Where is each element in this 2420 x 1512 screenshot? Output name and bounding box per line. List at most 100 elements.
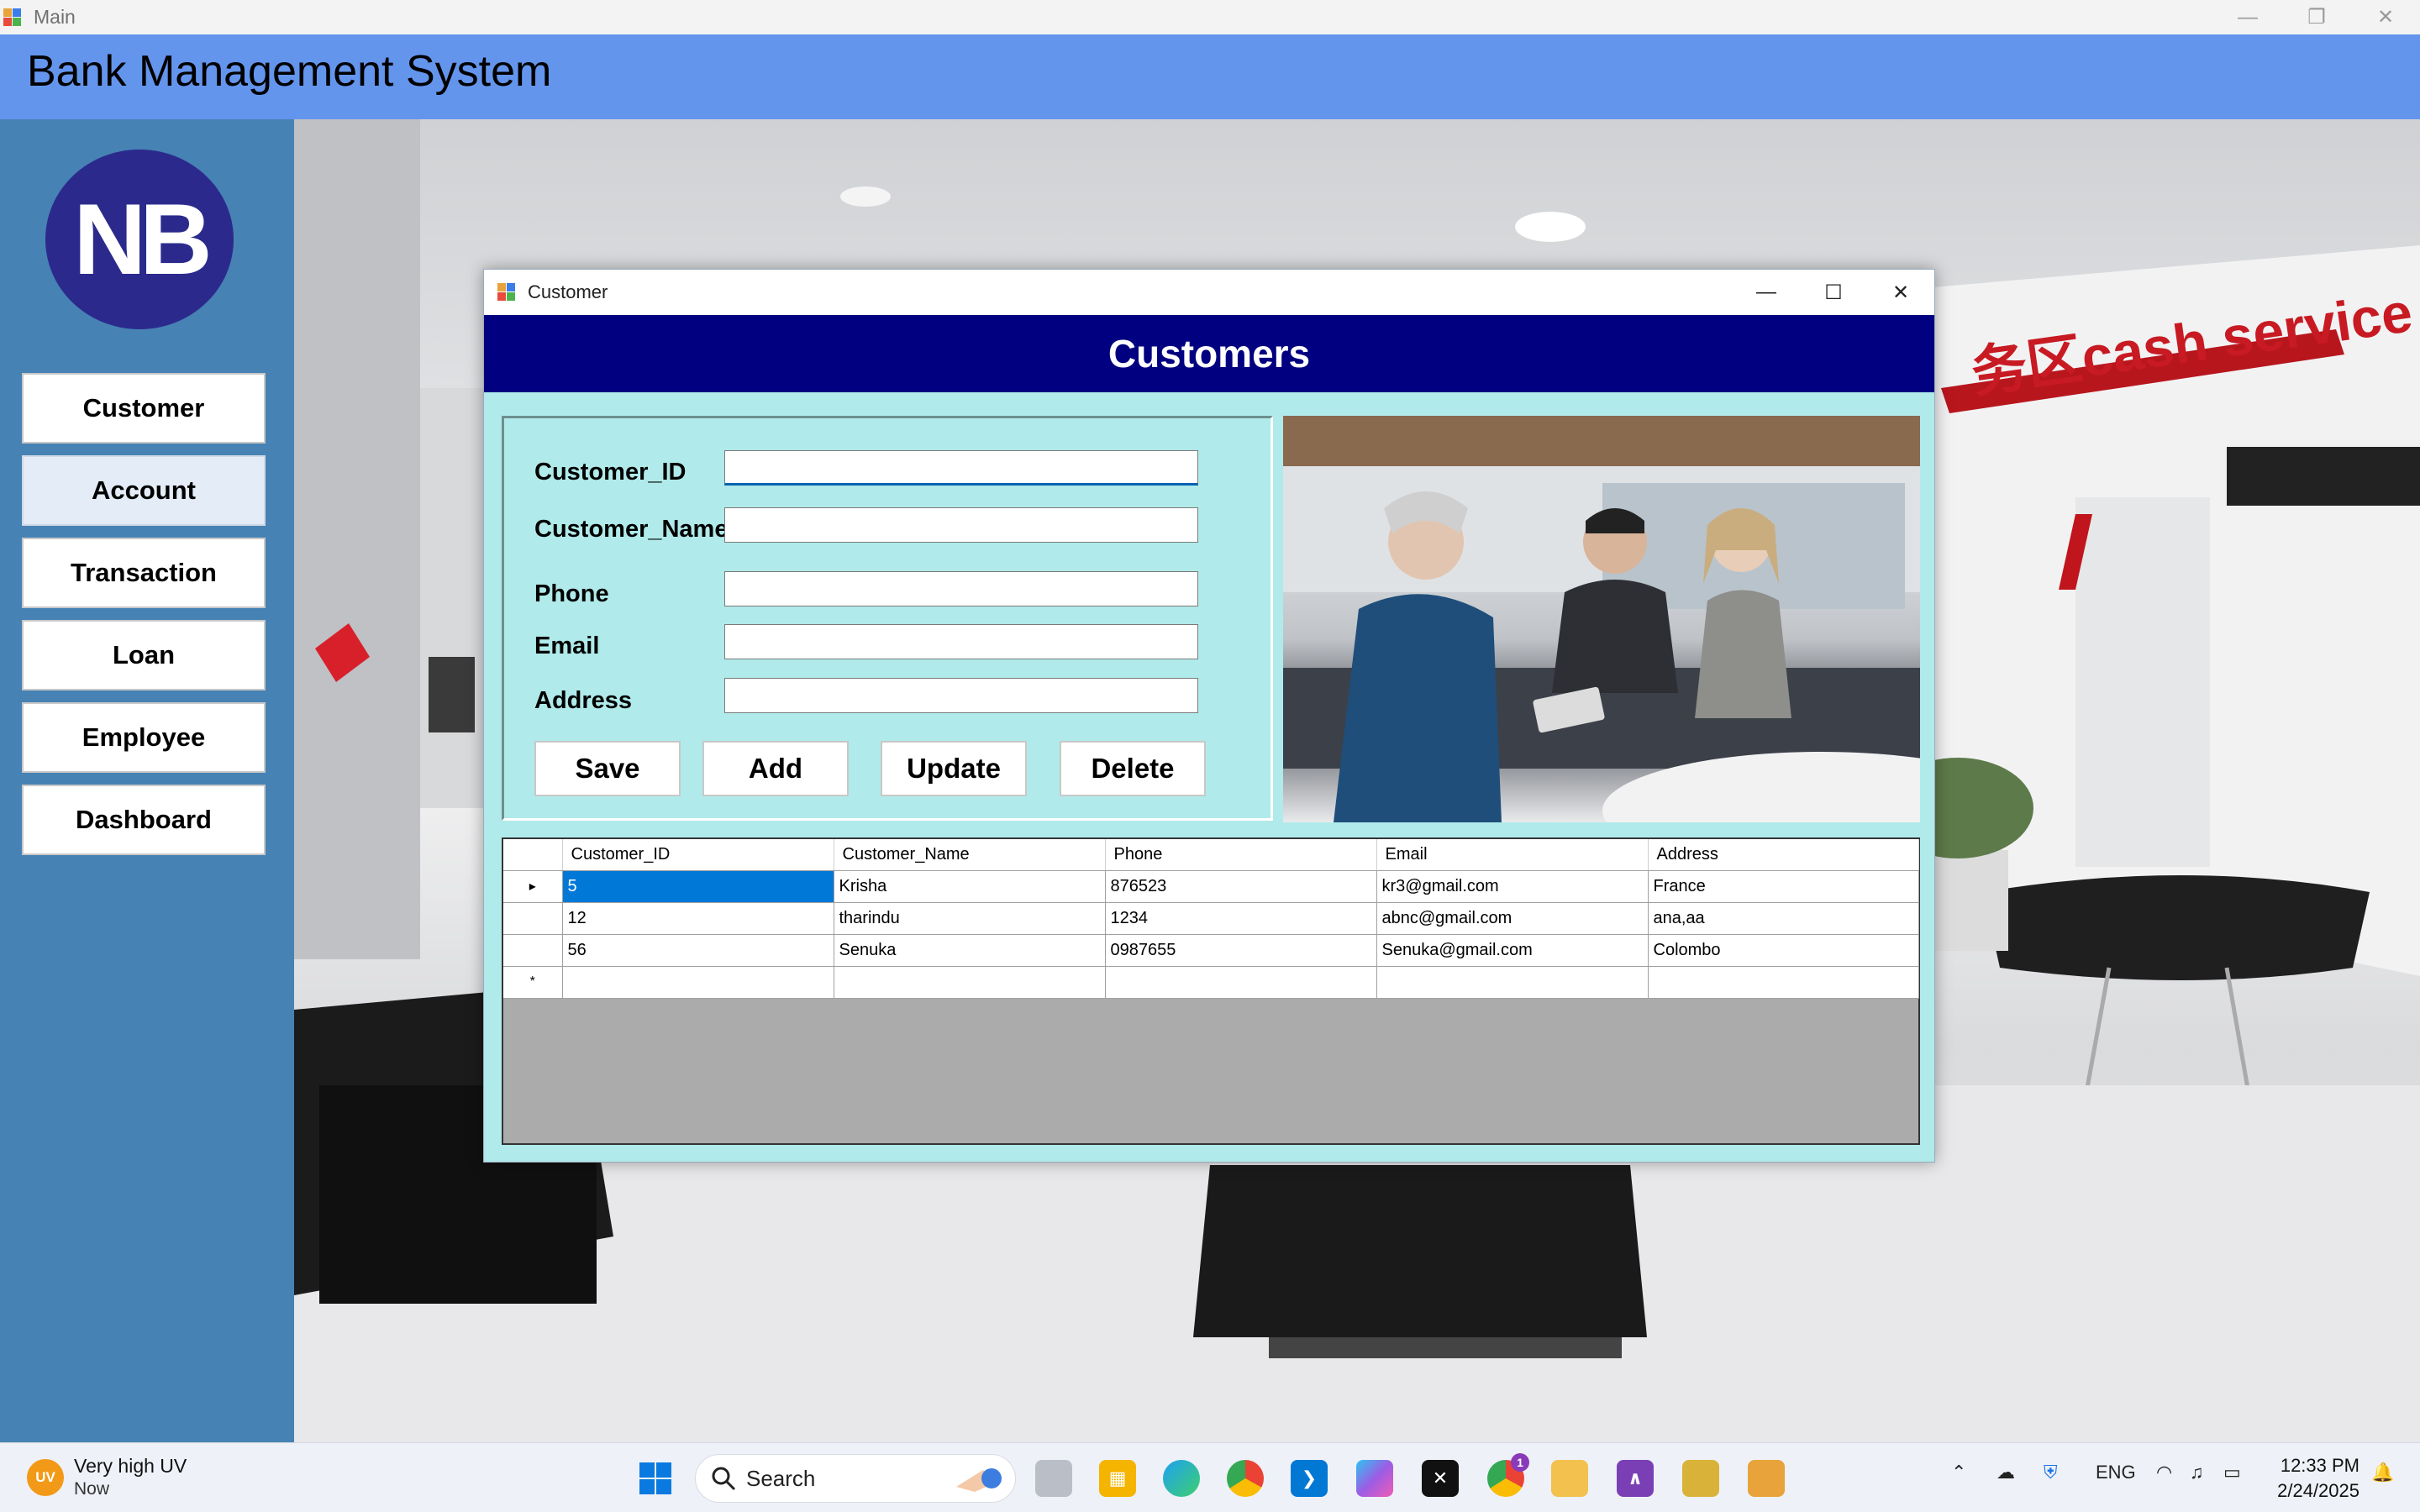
close-icon[interactable]: ✕ bbox=[1867, 270, 1934, 315]
new-row-indicator[interactable]: * bbox=[503, 966, 563, 999]
grid-cell[interactable]: 876523 bbox=[1105, 870, 1377, 903]
customer-button[interactable]: Customer bbox=[22, 373, 266, 444]
grid-cell[interactable] bbox=[834, 966, 1106, 999]
close-icon[interactable]: ✕ bbox=[2351, 0, 2420, 34]
phone-input[interactable] bbox=[724, 571, 1198, 606]
chrome-profile-icon[interactable]: 1 bbox=[1487, 1453, 1529, 1497]
customer-window-title: Customer bbox=[528, 281, 608, 302]
customer-id-input[interactable] bbox=[724, 450, 1198, 486]
customer-form: Customer_ID Customer_Name Phone Email Ad… bbox=[502, 416, 1273, 821]
chrome-icon[interactable] bbox=[1227, 1460, 1264, 1497]
column-header-customer-id[interactable]: Customer_ID bbox=[562, 839, 834, 871]
clock[interactable]: 12:33 PM 2/24/2025 bbox=[2277, 1453, 2360, 1504]
app-title: Bank Management System bbox=[27, 47, 552, 96]
sidebar: NB Customer Account Transaction Loan Emp… bbox=[0, 119, 294, 1442]
row-header[interactable] bbox=[503, 934, 563, 967]
grid-corner-cell[interactable] bbox=[503, 839, 563, 871]
grid-cell[interactable] bbox=[1648, 966, 1919, 999]
maximize-icon[interactable]: ☐ bbox=[1800, 270, 1867, 315]
file-explorer-icon[interactable] bbox=[1551, 1460, 1588, 1497]
grid-cell[interactable]: Colombo bbox=[1648, 934, 1919, 967]
app-shortcut-icon[interactable] bbox=[1682, 1460, 1719, 1497]
grid-header-row: Customer_ID Customer_Name Phone Email Ad… bbox=[503, 839, 1919, 871]
copilot-icon[interactable] bbox=[1356, 1460, 1393, 1497]
update-button[interactable]: Update bbox=[881, 741, 1027, 796]
save-button[interactable]: Save bbox=[534, 741, 681, 796]
grid-cell[interactable]: Krisha bbox=[834, 870, 1106, 903]
edge-icon[interactable] bbox=[1163, 1460, 1200, 1497]
add-button[interactable]: Add bbox=[702, 741, 849, 796]
grid-cell[interactable]: ana,aa bbox=[1648, 902, 1919, 935]
customers-heading: Customers bbox=[1107, 332, 1311, 375]
grid-cell[interactable] bbox=[562, 966, 834, 999]
customer-name-input[interactable] bbox=[724, 507, 1198, 543]
email-input[interactable] bbox=[724, 624, 1198, 659]
grid-cell[interactable] bbox=[1376, 966, 1649, 999]
microsoft-store-icon[interactable]: ▦ bbox=[1099, 1460, 1136, 1497]
chevron-up-icon[interactable]: ⌃ bbox=[1951, 1462, 1966, 1483]
vscode-icon[interactable]: ❯ bbox=[1291, 1460, 1328, 1497]
taskbar-search[interactable]: Search bbox=[695, 1454, 1016, 1503]
column-header-address[interactable]: Address bbox=[1648, 839, 1919, 871]
column-header-customer-name[interactable]: Customer_Name bbox=[834, 839, 1106, 871]
employee-button[interactable]: Employee bbox=[22, 702, 266, 773]
table-row[interactable]: ▸ 5 Krisha 876523 kr3@gmail.com France bbox=[503, 870, 1919, 903]
grid-cell[interactable]: kr3@gmail.com bbox=[1376, 870, 1649, 903]
capcut-icon[interactable]: ✕ bbox=[1422, 1460, 1459, 1497]
task-view-icon[interactable] bbox=[1035, 1460, 1072, 1497]
row-header[interactable] bbox=[503, 902, 563, 935]
minimize-icon[interactable]: — bbox=[2213, 0, 2282, 34]
phone-label: Phone bbox=[534, 580, 609, 607]
volume-icon[interactable]: ♫ bbox=[2190, 1462, 2204, 1483]
start-icon[interactable] bbox=[637, 1460, 674, 1497]
table-row[interactable]: 12 tharindu 1234 abnc@gmail.com ana,aa bbox=[503, 902, 1919, 935]
grid-cell[interactable]: 56 bbox=[562, 934, 834, 967]
grid-cell[interactable]: tharindu bbox=[834, 902, 1106, 935]
taskbar: UV Very high UV Now Search ▦ ❯ ✕ 1 ∧ ⌃ ☁… bbox=[0, 1442, 2420, 1512]
grid-cell[interactable]: Senuka@gmail.com bbox=[1376, 934, 1649, 967]
grid-cell[interactable]: 1234 bbox=[1105, 902, 1377, 935]
grid-cell[interactable]: Senuka bbox=[834, 934, 1106, 967]
customers-grid[interactable]: Customer_ID Customer_Name Phone Email Ad… bbox=[502, 837, 1920, 1145]
grid-cell[interactable]: France bbox=[1648, 870, 1919, 903]
grid-cell[interactable]: 12 bbox=[562, 902, 834, 935]
search-icon bbox=[712, 1467, 736, 1491]
grid-cell[interactable]: 5 bbox=[562, 870, 834, 903]
new-row[interactable]: * bbox=[503, 966, 1919, 999]
table-row[interactable]: 56 Senuka 0987655 Senuka@gmail.com Colom… bbox=[503, 934, 1919, 967]
onedrive-icon[interactable]: ☁ bbox=[1996, 1462, 2015, 1483]
delete-button[interactable]: Delete bbox=[1060, 741, 1206, 796]
search-highlight-icon bbox=[956, 1468, 1002, 1492]
grid-cell[interactable]: abnc@gmail.com bbox=[1376, 902, 1649, 935]
address-label: Address bbox=[534, 687, 633, 714]
current-row-indicator[interactable]: ▸ bbox=[503, 870, 563, 903]
battery-icon[interactable]: ▭ bbox=[2223, 1462, 2241, 1483]
visual-studio-icon[interactable]: ∧ bbox=[1617, 1460, 1654, 1497]
account-button[interactable]: Account bbox=[22, 455, 266, 526]
language-indicator[interactable]: ENG bbox=[2096, 1462, 2136, 1483]
customer-name-label: Customer_Name bbox=[534, 516, 729, 543]
weather-widget[interactable]: UV Very high UV Now bbox=[27, 1455, 187, 1499]
bank-logo: NB bbox=[45, 150, 234, 329]
weather-line-1: Very high UV bbox=[74, 1455, 187, 1477]
dashboard-button[interactable]: Dashboard bbox=[22, 785, 266, 855]
loan-button[interactable]: Loan bbox=[22, 620, 266, 690]
column-header-phone[interactable]: Phone bbox=[1105, 839, 1377, 871]
address-input[interactable] bbox=[724, 678, 1198, 713]
wifi-icon[interactable]: ◠ bbox=[2156, 1462, 2172, 1483]
column-header-email[interactable]: Email bbox=[1376, 839, 1649, 871]
transaction-button[interactable]: Transaction bbox=[22, 538, 266, 608]
notification-badge: 1 bbox=[1511, 1453, 1529, 1472]
app-icon bbox=[497, 283, 516, 302]
window-title: Main bbox=[34, 6, 76, 28]
notification-bell-icon[interactable]: 🔔 bbox=[2371, 1462, 2394, 1483]
grid-cell[interactable]: 0987655 bbox=[1105, 934, 1377, 967]
grid-cell[interactable] bbox=[1105, 966, 1377, 999]
weather-line-2: Now bbox=[74, 1479, 110, 1499]
uv-badge-icon: UV bbox=[27, 1458, 64, 1496]
defender-icon[interactable]: ⛨ bbox=[2044, 1462, 2058, 1483]
restore-icon[interactable]: ❐ bbox=[2282, 0, 2351, 34]
customer-titlebar: Customer — ☐ ✕ bbox=[484, 270, 1934, 315]
minimize-icon[interactable]: — bbox=[1733, 270, 1800, 315]
bank-app-taskbar-icon[interactable] bbox=[1748, 1460, 1785, 1497]
